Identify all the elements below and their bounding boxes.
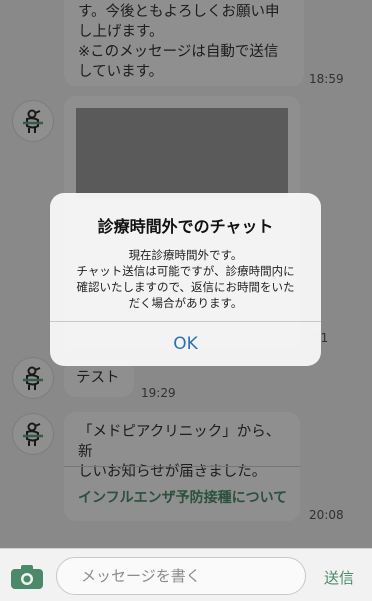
message-input[interactable]: メッセージを書く — [56, 557, 306, 595]
send-button[interactable]: 送信 — [324, 567, 354, 588]
chat-area[interactable]: す。今後ともよろしくお願い申 し上げます。 ※このメッセージは自動で送信 してい… — [0, 0, 372, 548]
dialog-message-line: だく場合があります。 — [128, 296, 243, 310]
alert-dialog: 診療時間外でのチャット 現在診療時間外です。 チャット送信は可能ですが、診療時間… — [50, 193, 321, 366]
dialog-title: 診療時間外でのチャット — [97, 217, 274, 236]
dialog-message-line: 現在診療時間外です。 — [128, 248, 243, 262]
dialog-message-line: 確認いたしますので、返信にお時間をいた — [76, 280, 295, 294]
dialog-message: 現在診療時間外です。 チャット送信は可能ですが、診療時間内に 確認いたしますので… — [64, 247, 307, 311]
dialog-message-line: チャット送信は可能ですが、診療時間内に — [76, 264, 295, 278]
ok-button[interactable]: OK — [50, 322, 321, 366]
camera-icon[interactable] — [10, 564, 44, 590]
input-bar: メッセージを書く 送信 — [0, 548, 372, 601]
